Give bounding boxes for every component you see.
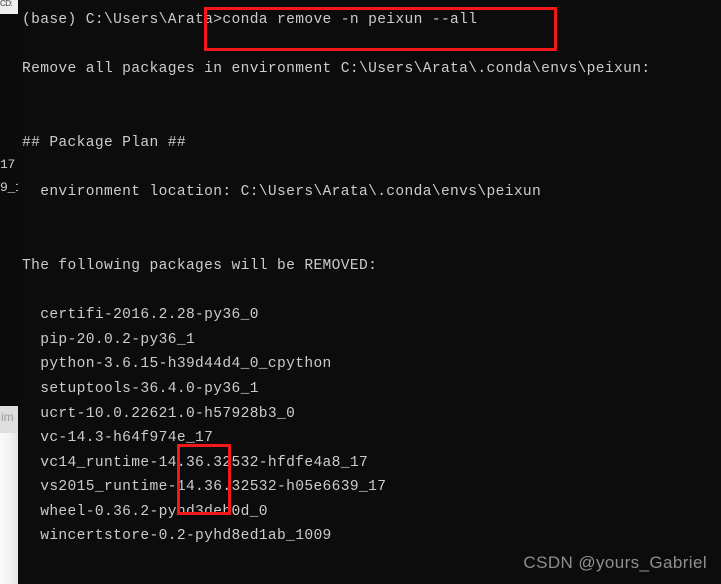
background-code-fragment-1: 17	[0, 157, 16, 172]
prompt-command-line: (base) C:\Users\Arata>conda remove -n pe…	[22, 12, 478, 28]
package-line: setuptools-36.4.0-py36_1	[22, 380, 259, 397]
background-taskbar-chip[interactable]: im	[0, 406, 18, 433]
watermark: CSDN @yours_Gabriel	[523, 553, 707, 572]
background-white-panel	[0, 433, 18, 584]
package-line: vs2015_runtime-14.36.32532-h05e6639_17	[22, 479, 387, 496]
terminal-line-list: (base) C:\Users\Arata>conda remove -n pe…	[22, 8, 721, 584]
remove-environment-line: Remove all packages in environment C:\Us…	[22, 61, 651, 78]
console-window: CD: 17 9_1 im (base) C:\Users\Arata>cond…	[0, 0, 721, 584]
package-line: ucrt-10.0.22621.0-h57928b3_0	[22, 405, 296, 422]
background-code-fragment-2: 9_1	[0, 180, 23, 195]
environment-location-line: environment location: C:\Users\Arata\.co…	[22, 184, 542, 201]
terminal-output-area[interactable]: (base) C:\Users\Arata>conda remove -n pe…	[18, 0, 721, 584]
package-line: certifi-2016.2.28-py36_0	[22, 307, 259, 324]
background-taskbar-chip-label: im	[1, 410, 14, 424]
package-line: pip-20.0.2-py36_1	[22, 331, 196, 348]
package-line: wheel-0.36.2-pyhd3deb0d_0	[22, 503, 268, 520]
package-line: vc-14.3-h64f974e_17	[22, 430, 214, 447]
packages-removed-heading: The following packages will be REMOVED:	[22, 257, 378, 274]
package-plan-heading: ## Package Plan ##	[22, 134, 186, 151]
background-titlebar-chip[interactable]: CD:	[0, 0, 18, 14]
background-titlebar-chip-label: CD:	[0, 0, 13, 8]
package-line: vc14_runtime-14.36.32532-hfdfe4a8_17	[22, 454, 369, 471]
package-line: python-3.6.15-h39d44d4_0_cpython	[22, 356, 332, 373]
package-line: wincertstore-0.2-pyhd8ed1ab_1009	[22, 528, 332, 545]
